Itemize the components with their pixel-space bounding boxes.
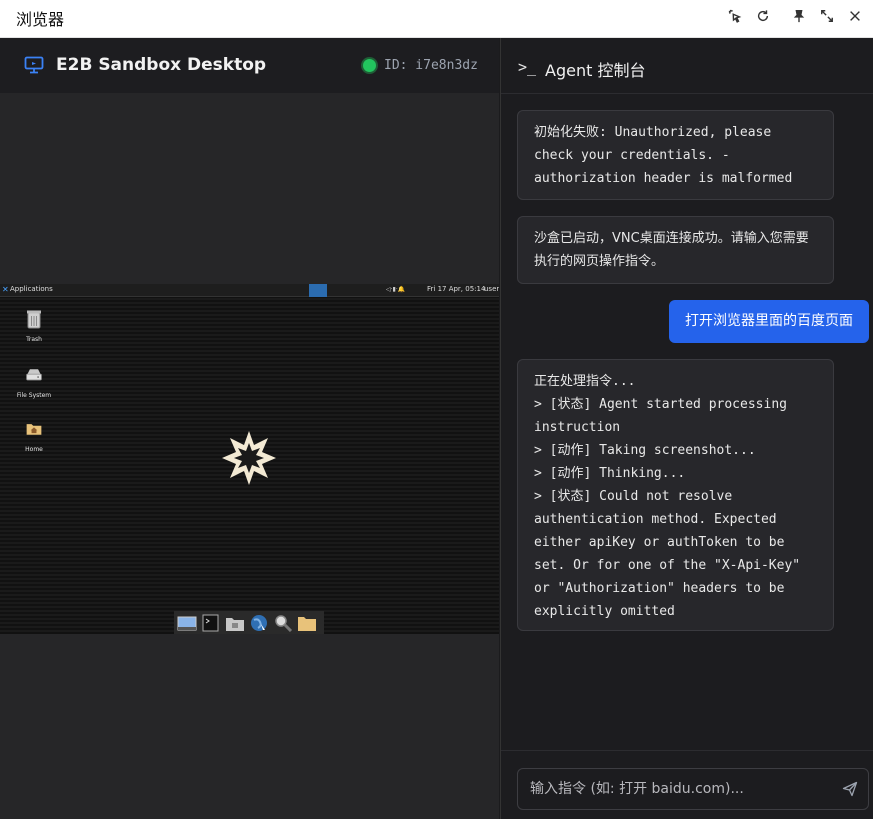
instruction-input[interactable] <box>518 769 828 809</box>
desktop-icon-label: Home <box>25 446 43 453</box>
vnc-tray-icons: ◁·▮·🔔 <box>386 286 406 293</box>
composer-area <box>501 750 873 819</box>
composer-box <box>517 768 869 810</box>
xfce-logo-icon: ✕ <box>2 285 9 294</box>
sandbox-desktop-panel: E2B Sandbox Desktop ID: i7e8n3dz ✕ Appli… <box>0 38 499 819</box>
terminal-prompt-icon: >_ <box>518 58 537 76</box>
desktop-icon-label: File System <box>16 392 52 399</box>
sandbox-header: E2B Sandbox Desktop ID: i7e8n3dz <box>0 38 499 93</box>
maximize-icon[interactable] <box>813 5 841 27</box>
vnc-dock <box>174 611 324 634</box>
desktop-wallpaper-logo <box>222 431 276 485</box>
file-manager-icon[interactable] <box>225 614 245 632</box>
home-folder-icon <box>26 424 42 435</box>
close-icon[interactable] <box>841 5 869 27</box>
monitor-icon <box>24 56 44 74</box>
refresh-icon[interactable] <box>749 5 777 27</box>
drive-icon <box>26 369 42 381</box>
system-message: 沙盒已启动，VNC桌面连接成功。请输入您需要执行的网页操作指令。 <box>517 216 834 284</box>
send-icon[interactable] <box>842 781 858 797</box>
agent-console-title: Agent 控制台 <box>545 61 646 80</box>
connection-status-dot <box>363 59 376 72</box>
sandbox-id: ID: i7e8n3dz <box>384 58 478 73</box>
folder-icon[interactable] <box>297 614 317 632</box>
window-title: 浏览器 <box>16 10 65 29</box>
trash-icon <box>27 310 41 329</box>
vnc-desktop-view[interactable]: ✕ Applications ◁·▮·🔔 Fri 17 Apr, 05:14 u… <box>0 284 499 634</box>
terminal-icon[interactable] <box>201 614 221 632</box>
show-desktop-icon[interactable] <box>177 614 197 632</box>
desktop-icon-label: Trash <box>26 336 42 343</box>
vnc-clock: Fri 17 Apr, 05:14 <box>427 285 486 293</box>
user-message: 打开浏览器里面的百度页面 <box>669 300 869 343</box>
vnc-top-panel: ✕ Applications ◁·▮·🔔 Fri 17 Apr, 05:14 u… <box>0 284 499 297</box>
web-browser-icon[interactable] <box>249 614 269 632</box>
vnc-workspace-button[interactable] <box>309 284 327 297</box>
window-controls <box>721 5 869 27</box>
agent-console-panel: >_ Agent 控制台 初始化失败: Unauthorized, please… <box>500 38 873 819</box>
desktop-icon-home[interactable]: Home <box>14 418 54 453</box>
system-message: 初始化失败: Unauthorized, please check your c… <box>517 110 834 200</box>
vnc-applications-menu[interactable]: Applications <box>10 285 53 293</box>
pointer-select-icon[interactable] <box>721 5 749 27</box>
agent-console-header: >_ Agent 控制台 <box>501 38 873 94</box>
pin-icon[interactable] <box>785 5 813 27</box>
search-icon[interactable] <box>273 614 293 632</box>
desktop-icon-filesystem[interactable]: File System <box>14 364 54 399</box>
window-titlebar: 浏览器 <box>0 0 873 38</box>
agent-log-message: 正在处理指令... > [状态] Agent started processin… <box>517 359 834 631</box>
desktop-icon-trash[interactable]: Trash <box>14 308 54 343</box>
vnc-user: user <box>484 285 499 293</box>
sandbox-title: E2B Sandbox Desktop <box>56 55 267 75</box>
